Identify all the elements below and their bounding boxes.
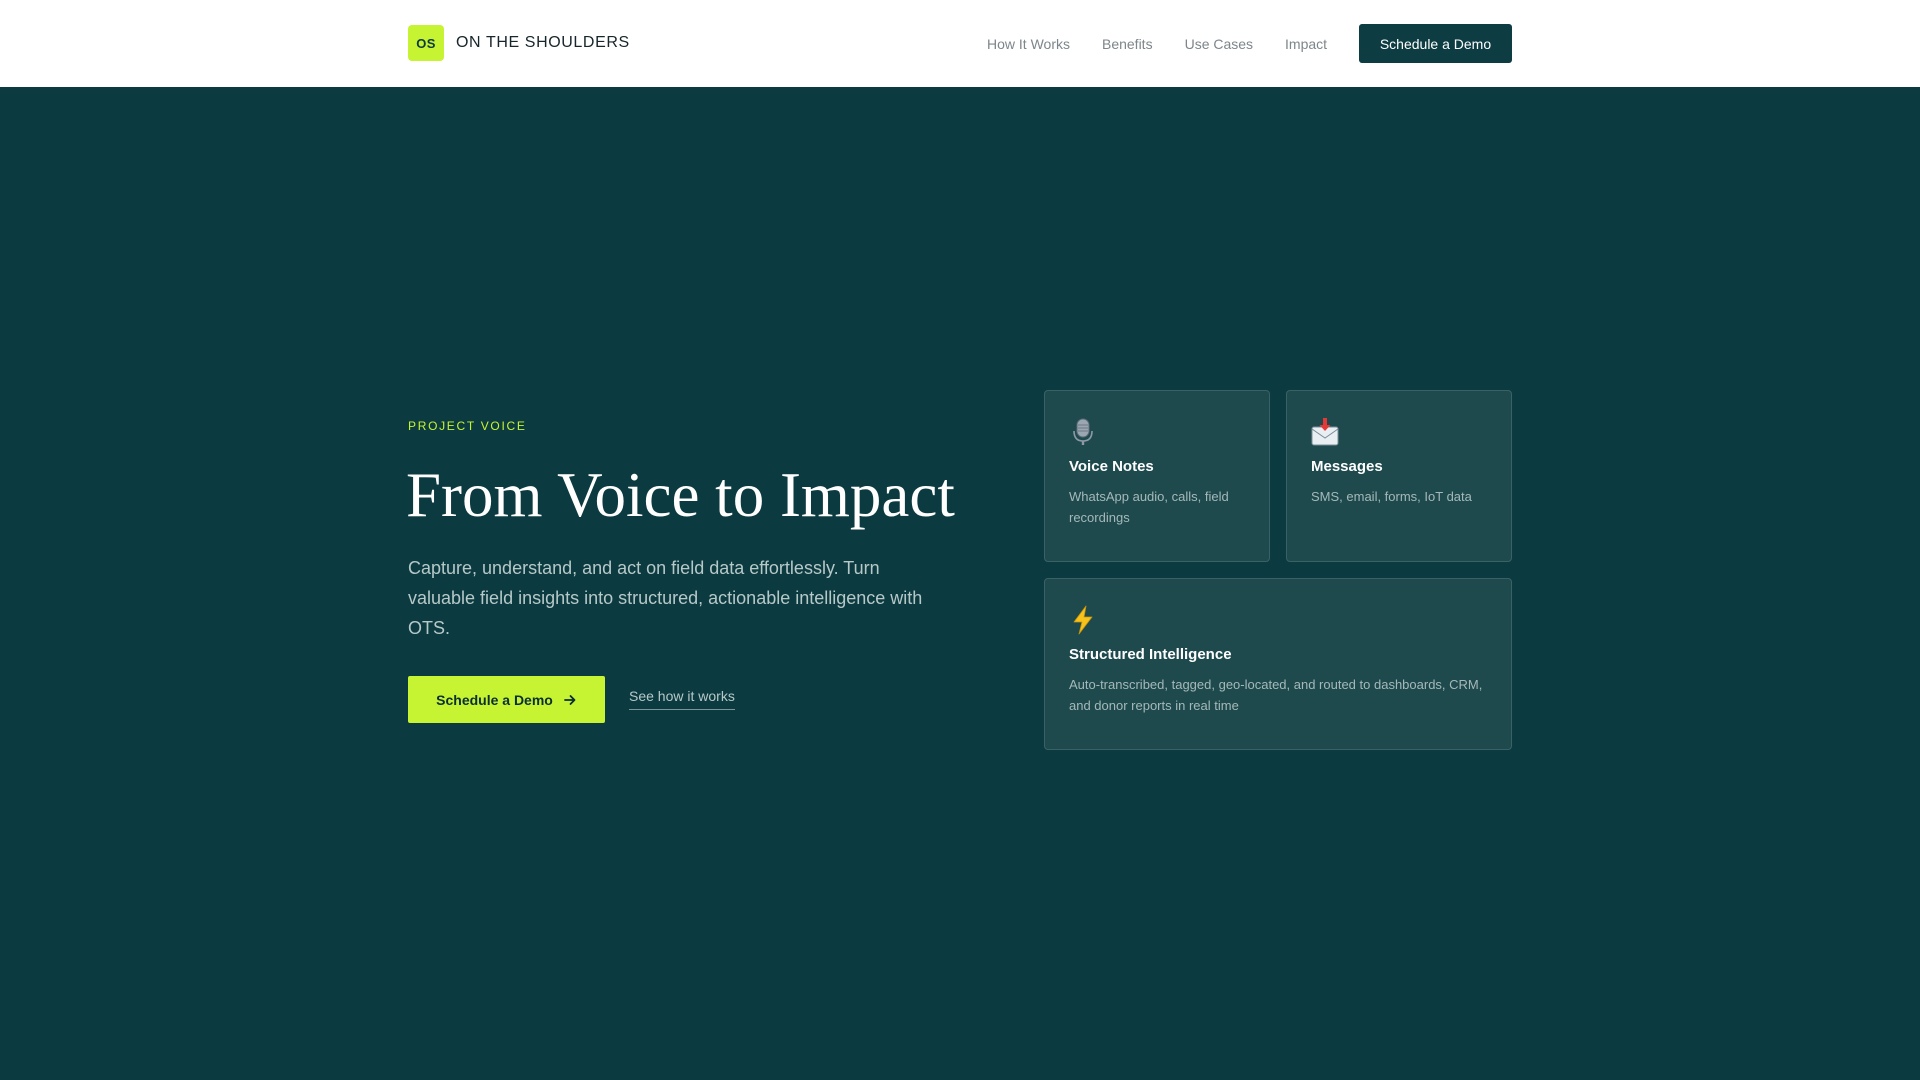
card-description: SMS, email, forms, IoT data	[1311, 489, 1472, 504]
card-description: Auto-transcribed, tagged, geo-located, a…	[1069, 677, 1483, 713]
header-schedule-demo-button[interactable]: Schedule a Demo	[1359, 24, 1512, 63]
card-messages: Messages SMS, email, forms, IoT data	[1286, 390, 1512, 562]
lightning-icon	[1069, 605, 1097, 635]
hero-schedule-demo-button[interactable]: Schedule a Demo	[408, 676, 605, 723]
card-title: Voice Notes	[1069, 458, 1154, 475]
card-description: WhatsApp audio, calls, field recordings	[1069, 489, 1229, 525]
hero-title: From Voice to Impact	[406, 460, 955, 530]
nav-link-benefits[interactable]: Benefits	[1102, 36, 1153, 52]
card-voice-notes: Voice Notes WhatsApp audio, calls, field…	[1044, 390, 1270, 562]
nav-link-use-cases[interactable]: Use Cases	[1185, 36, 1253, 52]
hero-cta-label: Schedule a Demo	[436, 691, 553, 708]
microphone-icon	[1069, 417, 1097, 447]
card-structured-intelligence: Structured Intelligence Auto-transcribed…	[1044, 578, 1512, 750]
card-title: Messages	[1311, 458, 1383, 475]
logo-badge: OS	[408, 25, 444, 61]
brand-logo[interactable]: OS ON THE SHOULDERS	[408, 25, 630, 61]
see-how-it-works-link[interactable]: See how it works	[629, 688, 735, 710]
hero-description: Capture, understand, and act on field da…	[408, 558, 923, 638]
hero-eyebrow: PROJECT VOICE	[408, 419, 527, 433]
main-nav: How It Works Benefits Use Cases Impact	[987, 0, 1327, 87]
nav-link-impact[interactable]: Impact	[1285, 36, 1327, 52]
card-title: Structured Intelligence	[1069, 646, 1232, 663]
inbox-tray-icon	[1311, 417, 1339, 447]
brand-name: ON THE SHOULDERS	[456, 34, 630, 51]
nav-link-how-it-works[interactable]: How It Works	[987, 36, 1070, 52]
arrow-right-icon	[563, 693, 577, 707]
site-header: OS ON THE SHOULDERS How It Works Benefit…	[0, 0, 1920, 87]
